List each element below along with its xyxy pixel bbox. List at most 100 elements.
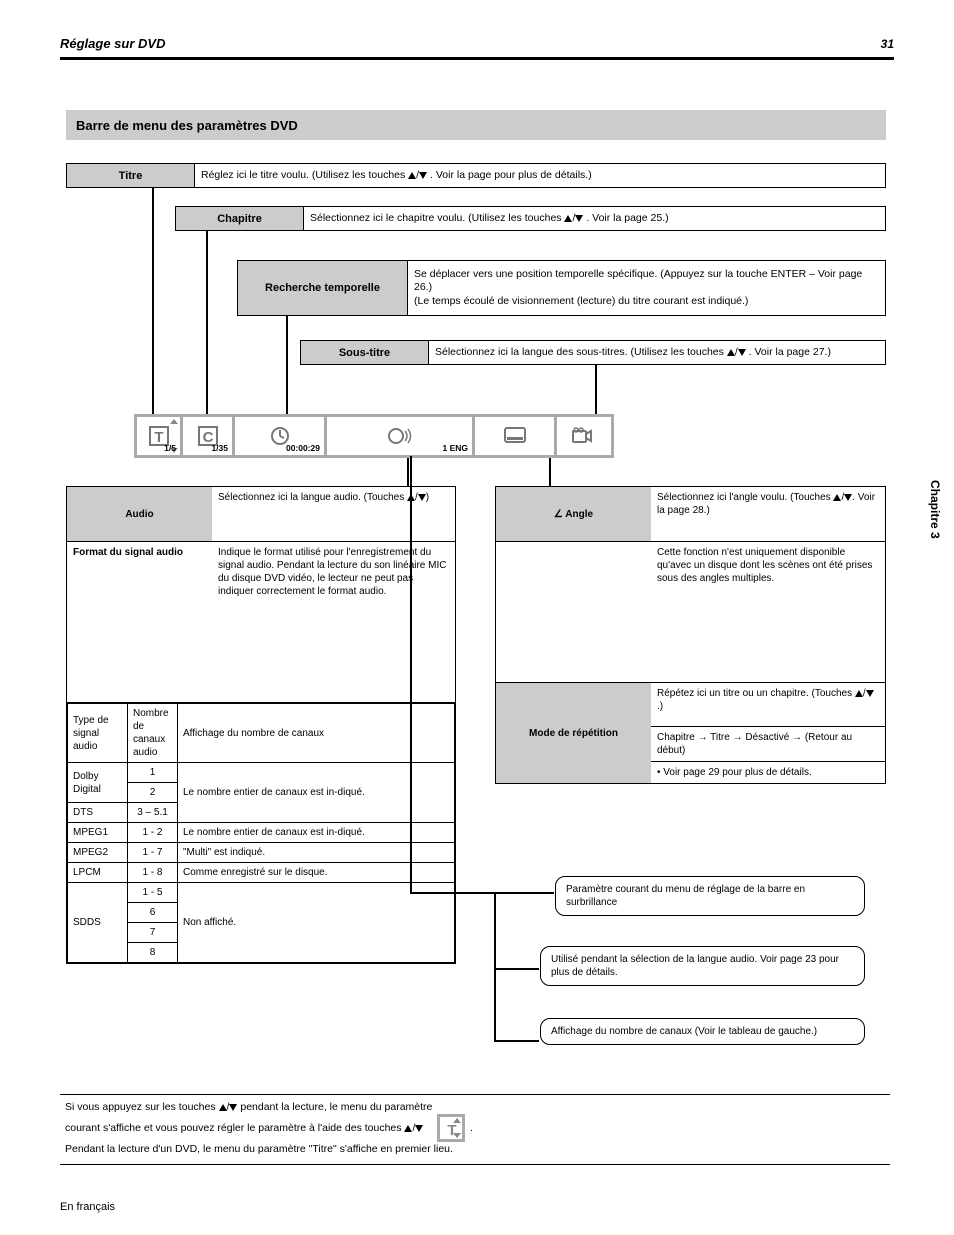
tree-line (549, 456, 551, 486)
audio-header-pre: Sélectionnez ici la langue audio. (Touch… (218, 492, 404, 503)
footnote: Si vous appuyez sur les touches / pendan… (65, 1100, 825, 1156)
angle-header-pre: Sélectionnez ici l'angle voulu. (Touches (657, 492, 831, 503)
tbl-h3: Affichage du nombre de canaux (178, 704, 455, 763)
fn-pre: Si vous appuyez sur les touches (65, 1101, 219, 1113)
osd-iconbar: T 1/5 C 1/35 00:00:29 1 ENG (134, 414, 614, 458)
repeat-row2: Chapitre → Titre → Désactivé → (Retour a… (651, 727, 885, 762)
section-title: Réglage sur DVD (60, 36, 165, 51)
svg-text:T: T (154, 429, 163, 446)
up-arrow-icon (855, 690, 863, 697)
rule (60, 1094, 890, 1095)
angle-header-label: ∠ Angle (496, 487, 651, 541)
angle-body: Cette fonction n'est uniquement disponib… (651, 542, 885, 682)
tbl-c: 1 (128, 763, 178, 783)
timesearch-bar: Recherche temporelle Se déplacer vers un… (237, 260, 886, 316)
chapter-bar-content: Sélectionnez ici le chapitre voulu. (Uti… (304, 209, 885, 228)
title-bar-label: Titre (67, 164, 195, 187)
tbl-c: MPEG2 (68, 843, 128, 863)
camera-angle-icon (571, 426, 593, 446)
tree-line (410, 892, 494, 894)
repeat-row1: Répétez ici un titre ou un chapitre. (To… (651, 683, 885, 727)
fn-l2post: . (470, 1122, 473, 1134)
repeat-row1-pre: Répétez ici un titre ou un chapitre. (To… (657, 688, 852, 699)
menu-bar-heading: Barre de menu des paramètres DVD (66, 110, 886, 140)
tbl-c: Non affiché. (178, 883, 455, 963)
audio-signal-table: Type de signal audio Nombre de canaux au… (67, 703, 455, 963)
footer-lang: En français (60, 1201, 115, 1213)
tbl-c: Le nombre entier de canaux est in-diqué. (178, 763, 455, 823)
up-arrow-icon (219, 1104, 227, 1111)
tbl-c: "Multi" est indiqué. (178, 843, 455, 863)
tree-line (152, 188, 154, 414)
tbl-c: MPEG1 (68, 823, 128, 843)
audio-panel-header-text: Sélectionnez ici la langue audio. (Touch… (212, 487, 455, 541)
iconbar-chapter-cell: C 1/35 (183, 417, 235, 455)
timesearch-bar-label: Recherche temporelle (238, 261, 408, 315)
iconbar-title-cell: T 1/5 (137, 417, 183, 455)
down-arrow-icon (575, 215, 583, 222)
title-icon-box: T (437, 1114, 465, 1142)
iconbar-title-val: 1/5 (164, 443, 176, 453)
tree-line (206, 231, 208, 414)
iconbar-chapter-val: 1/35 (211, 443, 228, 453)
audio-header-post: ) (426, 492, 429, 503)
iconbar-time-val: 00:00:29 (286, 443, 320, 453)
iconbar-time-cell: 00:00:29 (235, 417, 327, 455)
timesearch-line1: Se déplacer vers une position temporelle… (414, 268, 879, 294)
repeat-row3: • Voir page 29 pour plus de détails. (651, 762, 885, 783)
triangle-down-icon (453, 1133, 461, 1138)
subtitle-bar-label: Sous-titre (301, 341, 429, 364)
iconbar-audio-cell: 1 ENG (327, 417, 475, 455)
chapter-side-label: Chapitre 3 (928, 480, 942, 539)
menu-bar-heading-text: Barre de menu des paramètres DVD (76, 118, 298, 133)
audio-panel: Audio Sélectionnez ici la langue audio. … (66, 486, 456, 964)
tbl-c: Dolby Digital (68, 763, 128, 803)
fn-l3: Pendant la lecture d'un DVD, le menu du … (65, 1143, 453, 1155)
timesearch-bar-content: Se déplacer vers une position temporelle… (408, 265, 885, 310)
tree-line (494, 968, 539, 970)
up-arrow-icon (404, 1125, 412, 1132)
repeat-row1-post: .) (657, 701, 663, 712)
tbl-c: SDDS (68, 883, 128, 963)
up-arrow-icon (833, 494, 841, 501)
tbl-c: 1 - 2 (128, 823, 178, 843)
tree-line (410, 456, 412, 892)
tbl-h2: Nombre de canaux audio (128, 704, 178, 763)
chapter-bar-post: . Voir la page 25.) (586, 212, 668, 224)
down-arrow-icon (866, 690, 874, 697)
down-arrow-icon (415, 1125, 423, 1132)
subtitle-bar-pre: Sélectionnez ici la langue des sous-titr… (435, 346, 724, 358)
title-bar: Titre Réglez ici le titre voulu. (Utilis… (66, 163, 886, 188)
title-bar-content: Réglez ici le titre voulu. (Utilisez les… (195, 166, 885, 185)
tree-line (595, 365, 597, 414)
angle-panel: ∠ Angle Sélectionnez ici l'angle voulu. … (495, 486, 886, 784)
page-number: 31 (881, 37, 894, 51)
tree-line (494, 892, 496, 1042)
tbl-c: DTS (68, 803, 128, 823)
tbl-c: 1 - 8 (128, 863, 178, 883)
page-header: Réglage sur DVD 31 (60, 36, 894, 51)
tbl-c: 1 - 7 (128, 843, 178, 863)
tree-line (494, 892, 554, 894)
up-arrow-icon (408, 172, 416, 179)
subtitle-screen-icon (504, 427, 526, 445)
chapter-bar: Chapitre Sélectionnez ici le chapitre vo… (175, 206, 886, 231)
tbl-c: 2 (128, 783, 178, 803)
audio-format-label: Format du signal audio (67, 542, 212, 702)
angle-header-text: Sélectionnez ici l'angle voulu. (Touches… (651, 487, 885, 541)
title-bar-post: . Voir la page pour plus de détails.) (430, 169, 592, 181)
tbl-c: 7 (128, 923, 178, 943)
tbl-c: 8 (128, 943, 178, 963)
iconbar-audio-val: 1 ENG (442, 443, 468, 453)
header-rule (60, 57, 894, 60)
tree-line (286, 316, 288, 414)
tbl-c: Le nombre entier de canaux est in-diqué. (178, 823, 455, 843)
audio-format-body: Indique le format utilisé pour l'enregis… (212, 542, 455, 702)
tree-line (494, 1040, 539, 1042)
tbl-c: LPCM (68, 863, 128, 883)
tbl-c: Comme enregistré sur le disque. (178, 863, 455, 883)
callout-2: Utilisé pendant la sélection de la langu… (540, 946, 865, 986)
chapter-bar-label: Chapitre (176, 207, 304, 230)
tbl-c: 1 - 5 (128, 883, 178, 903)
up-arrow-icon (727, 349, 735, 356)
